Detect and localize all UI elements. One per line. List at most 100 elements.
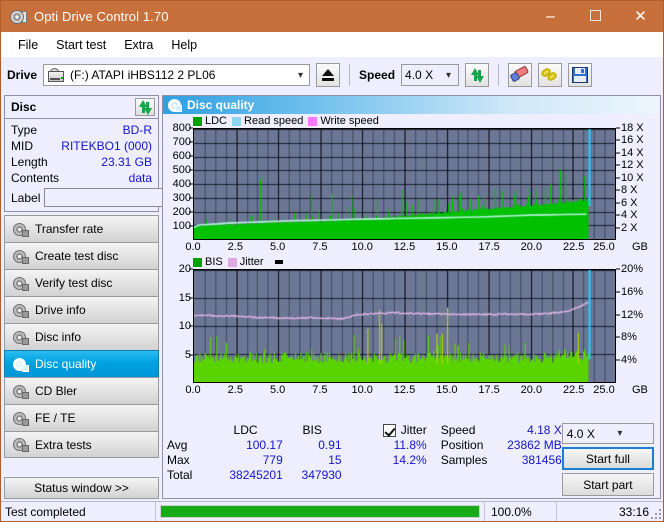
axis-tick-label: 12.5 xyxy=(393,384,416,396)
stats-info-table: Speed 4.18 X Position 23862 MB Samples 3… xyxy=(441,423,562,468)
legend-ldc: LDC xyxy=(193,115,227,127)
toolbar-divider-1 xyxy=(349,64,351,86)
disc-mid-key: MID xyxy=(11,139,33,153)
bis-legend: BIS Jitter xyxy=(163,255,660,269)
axis-tick xyxy=(616,214,620,216)
bis-plot-wrap: 5 10 15 20 4% 8% 12% 16% 20% xyxy=(163,263,660,383)
menu-extra[interactable]: Extra xyxy=(115,35,162,55)
table-header-row: LDC BIS Jitter xyxy=(167,423,427,438)
sidebar-item-label: CD Bler xyxy=(35,384,78,398)
axis-tick-label: 22.5 xyxy=(562,384,585,396)
refresh-button[interactable] xyxy=(465,63,490,87)
axis-tick-label: 25.0 xyxy=(593,384,615,396)
sidebar-item-label: Disc quality xyxy=(35,357,97,371)
content-panel: Disc quality LDC Read speed Write speed … xyxy=(162,95,661,499)
axis-tick-label: 18 X xyxy=(621,122,644,134)
axis-tick-label: 12% xyxy=(621,308,644,321)
sidebar-item-label: Verify test disc xyxy=(35,276,113,290)
sidebar-item-transfer-rate[interactable]: Transfer rate xyxy=(4,215,159,242)
sidebar-item-label: Create test disc xyxy=(35,249,119,263)
legend-swatch-bis xyxy=(193,257,202,267)
menu-help[interactable]: Help xyxy=(162,35,206,55)
jitter-label: Jitter xyxy=(400,423,427,437)
table-row: Max 779 15 14.2% xyxy=(167,453,427,468)
axis-tick xyxy=(616,189,620,191)
save-button[interactable] xyxy=(568,63,593,87)
status-window-button[interactable]: Status window >> xyxy=(4,477,159,499)
test-speed-select[interactable]: 4.0 X ▾ xyxy=(561,423,655,444)
drive-select[interactable]: (F:) ATAPI iHBS112 2 PL06 ▾ xyxy=(43,64,311,86)
axis-tick-label: 16% xyxy=(621,285,644,298)
stats-col-ldc: LDC xyxy=(233,423,258,437)
menu-file[interactable]: File xyxy=(9,35,47,55)
table-row: Avg 100.17 0.91 11.8% xyxy=(167,438,427,453)
axis-tick-label: 2.5 xyxy=(227,241,243,253)
app-window: Opti Drive Control 1.70 – ☐ ✕ File Start… xyxy=(0,0,664,522)
legend-swatch-ldc xyxy=(193,116,202,126)
sidebar-item-disc-info[interactable]: Disc info xyxy=(4,323,159,350)
axis-tick xyxy=(616,314,620,316)
erase-button[interactable] xyxy=(508,63,533,87)
sidebar-item-disc-quality[interactable]: Disc quality xyxy=(4,350,159,377)
resize-grip[interactable] xyxy=(649,507,661,519)
close-button[interactable]: ✕ xyxy=(618,1,663,32)
sidebar-item-extra-tests[interactable]: Extra tests xyxy=(4,431,159,458)
axis-tick-label: 10.0 xyxy=(351,384,373,396)
axis-tick xyxy=(616,291,620,293)
axis-tick-label: 17.5 xyxy=(478,384,500,396)
disc-refresh-button[interactable] xyxy=(135,98,155,116)
axis-tick xyxy=(616,268,620,270)
stats-max-bis: 15 xyxy=(328,453,342,467)
speed-select[interactable]: 4.0 X ▾ xyxy=(401,64,460,86)
axis-tick-label: 20% xyxy=(621,263,644,275)
sidebar-item-label: Disc info xyxy=(35,330,82,344)
axis-tick xyxy=(616,164,620,166)
minimize-button[interactable]: – xyxy=(528,1,573,32)
stats-total-bis: 347930 xyxy=(301,468,342,482)
speed-label: Speed xyxy=(359,68,396,82)
bis-plot xyxy=(193,269,616,383)
charts-area: LDC Read speed Write speed 100 200 300 400 5… xyxy=(163,114,660,420)
stats-max-ldc: 779 xyxy=(262,453,283,467)
stats-total-jitter xyxy=(342,468,427,483)
progress-fill xyxy=(161,506,479,517)
stats-table-wrap: LDC BIS Jitter Avg 100.17 0.91 11.8% Max… xyxy=(167,423,427,496)
refresh-icon xyxy=(470,67,485,83)
disc-panel-title: Disc xyxy=(11,100,37,114)
axis-tick-label: 25.0 xyxy=(593,241,615,253)
chain-button[interactable] xyxy=(538,63,563,87)
menu-start-test[interactable]: Start test xyxy=(47,35,115,55)
axis-tick-label: 14 X xyxy=(621,146,644,159)
sidebar-item-cd-bler[interactable]: CD Bler xyxy=(4,377,159,404)
sidebar-item-label: FE / TE xyxy=(35,411,76,425)
menu-bar: File Start test Extra Help xyxy=(1,32,663,57)
legend-swatch-read-speed xyxy=(232,116,242,126)
start-full-button[interactable]: Start full xyxy=(561,447,655,470)
info-samples-key: Samples xyxy=(440,453,488,467)
disc-icon xyxy=(13,276,29,291)
sidebar-item-fe-te[interactable]: FE / TE xyxy=(4,404,159,431)
jitter-checkbox[interactable] xyxy=(382,424,396,437)
disc-icon xyxy=(13,411,29,426)
refresh-icon xyxy=(138,99,153,115)
toolbar-divider-2 xyxy=(498,64,500,86)
disc-label-row: Label xyxy=(11,188,249,207)
disc-panel-header: Disc xyxy=(5,96,158,119)
disc-mid-value: RITEKBO1 (000) xyxy=(61,139,152,153)
jitter-checkbox-group[interactable]: Jitter xyxy=(342,423,427,438)
disc-row-type: Type BD-R xyxy=(11,122,152,138)
sidebar-item-drive-info[interactable]: Drive info xyxy=(4,296,159,323)
axis-tick-label: 2 X xyxy=(621,221,638,234)
stats-row-label-max: Max xyxy=(167,453,190,467)
axis-tick-label: 10.0 xyxy=(351,241,373,253)
axis-tick-label: 10 X xyxy=(621,171,644,184)
disc-row-mid: MID RITEKBO1 (000) xyxy=(11,138,152,154)
axis-unit-label: GB xyxy=(632,384,648,396)
eject-button[interactable] xyxy=(316,63,341,87)
sidebar-item-create-test-disc[interactable]: Create test disc xyxy=(4,242,159,269)
sidebar-item-verify-test-disc[interactable]: Verify test disc xyxy=(4,269,159,296)
disc-panel: Disc Type BD-R MID RITEKBO1 (000) Length… xyxy=(4,95,249,212)
start-part-button[interactable]: Start part xyxy=(561,473,655,496)
maximize-button[interactable]: ☐ xyxy=(573,1,618,32)
